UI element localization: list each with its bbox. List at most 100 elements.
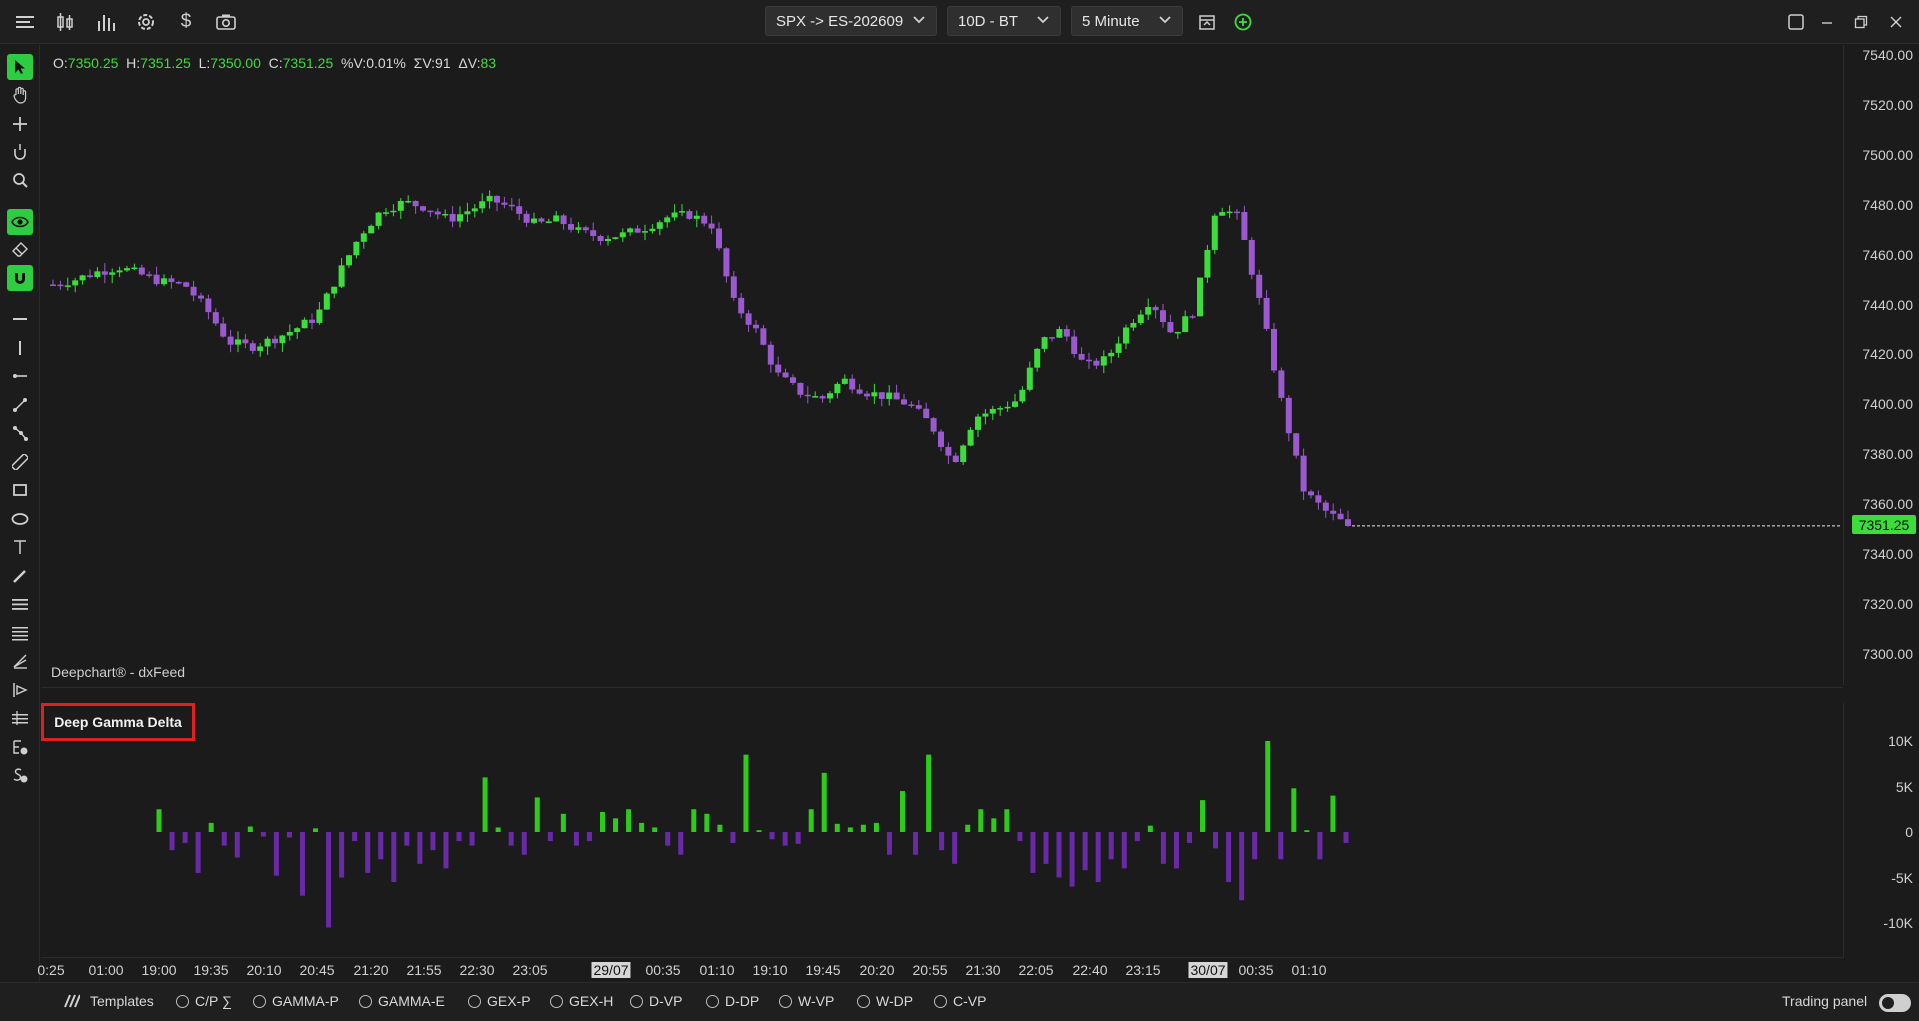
symbol-select[interactable]: SPX -> ES-202609 (765, 6, 937, 36)
gamma-delta-chart[interactable] (41, 703, 1843, 958)
settings-icon[interactable] (133, 9, 159, 35)
indicator-option-c-vp[interactable]: C-VP (934, 993, 986, 1009)
calendar-icon[interactable] (1194, 9, 1220, 35)
gamma-delta-bar (169, 832, 175, 851)
indicator-tick-label: 5K (1895, 778, 1913, 795)
gamma-delta-bar (339, 832, 345, 878)
indicator-option-gex-h[interactable]: GEX-H (550, 993, 613, 1009)
indicator-option-c-p-[interactable]: C/P ∑ (176, 993, 232, 1009)
price-axis[interactable]: 7540.00 7520.00 7500.00 7480.00 7460.00 7440.… (1843, 45, 1919, 685)
price-alert-icon[interactable] (7, 734, 33, 760)
ruler-icon[interactable] (7, 449, 33, 475)
gamma-delta-bar (1304, 830, 1310, 832)
ray-line-icon[interactable] (7, 363, 33, 389)
gamma-delta-bar (286, 832, 292, 838)
indicator-option-gex-p[interactable]: GEX-P (468, 993, 531, 1009)
candle-body (383, 212, 389, 214)
candle-body (1115, 343, 1122, 353)
price-chart-canvas (50, 190, 1841, 527)
symbol-settings-icon[interactable] (7, 762, 33, 788)
strike-lines-icon[interactable] (7, 705, 33, 731)
minimize-icon[interactable] (1814, 9, 1840, 35)
candle-body (841, 378, 848, 384)
low-label: L: (198, 55, 211, 71)
timeframe-select[interactable]: 5 Minute (1071, 6, 1183, 36)
text-tool-icon[interactable] (7, 534, 33, 560)
close-value: 7351.25 (282, 55, 334, 71)
menu-icon[interactable] (12, 9, 38, 35)
magnet-snap-icon[interactable] (7, 265, 33, 291)
ellipse-tool-icon[interactable] (7, 506, 33, 532)
magnet-crosshair-icon[interactable] (7, 139, 33, 165)
price-tick-label: 7340.00 (1862, 546, 1913, 562)
zoom-tool-icon[interactable] (7, 167, 33, 193)
pencil-tool-icon[interactable] (7, 563, 33, 589)
radio-icon (550, 994, 563, 1008)
eye-visibility-icon[interactable] (7, 209, 33, 235)
price-chart[interactable] (41, 45, 1841, 685)
fib-fan-icon[interactable] (7, 648, 33, 674)
candle-body (471, 208, 478, 212)
indicator-axis[interactable]: 10K 5K 0 -5K -10K (1843, 703, 1919, 958)
indicator-option-gamma-p[interactable]: GAMMA-P (253, 993, 339, 1009)
restore-icon[interactable] (1848, 9, 1874, 35)
gamma-delta-bar (665, 832, 671, 846)
path-line-icon[interactable] (7, 420, 33, 446)
hand-tool-icon[interactable] (7, 82, 33, 108)
candlestick-icon[interactable] (52, 9, 78, 35)
gamma-delta-bar (847, 827, 853, 832)
eraser-tool-icon[interactable] (7, 237, 33, 263)
indicator-title[interactable]: Deep Gamma Delta (41, 703, 195, 741)
gamma-delta-bar (965, 824, 971, 832)
candle-body (464, 211, 471, 215)
templates-button[interactable]: Templates (62, 993, 154, 1009)
camera-icon[interactable] (213, 9, 239, 35)
indicator-option-gamma-e[interactable]: GAMMA-E (359, 993, 445, 1009)
rectangle-tool-icon[interactable] (7, 477, 33, 503)
projection-tool-icon[interactable] (7, 677, 33, 703)
candle-body (1278, 370, 1285, 398)
dollar-icon[interactable]: $ (173, 9, 199, 35)
indicator-option-d-dp[interactable]: D-DP (706, 993, 759, 1009)
bar-chart-icon[interactable] (93, 9, 119, 35)
radio-icon (359, 994, 372, 1008)
multi-lines-icon[interactable] (7, 620, 33, 646)
vertical-line-icon[interactable] (7, 335, 33, 361)
horizontal-line-icon[interactable] (7, 306, 33, 332)
time-axis[interactable]: 0:25 01:00 19:00 19:35 20:10 20:45 21:20 21:55 2… (37, 957, 1843, 981)
gamma-delta-bar (1343, 832, 1349, 843)
bottom-bar: Templates C/P ∑ GAMMA-P GAMMA-E GEX-P GEX-H D… (0, 982, 1919, 1021)
candle-body (975, 416, 981, 430)
candle-body (449, 213, 456, 222)
gamma-delta-bar (1095, 832, 1101, 883)
time-tick-label: 21:20 (353, 962, 389, 978)
pane-divider[interactable] (41, 687, 1843, 688)
candle-body (368, 225, 375, 234)
add-icon[interactable] (1230, 9, 1256, 35)
low-value: 7350.00 (210, 55, 261, 71)
candle-body (57, 284, 64, 287)
maximize-icon[interactable] (1783, 9, 1809, 35)
candle-body (945, 446, 952, 456)
time-tick-label: 20:20 (859, 962, 895, 978)
candle-body (686, 211, 693, 219)
candle-body (597, 236, 604, 242)
gamma-delta-bar (952, 832, 958, 864)
gamma-delta-bar (521, 832, 527, 855)
cursor-tool-icon[interactable] (7, 54, 33, 80)
candle-body (1337, 513, 1344, 520)
candle-body (1041, 337, 1048, 349)
crosshair-tool-icon[interactable] (7, 111, 33, 137)
range-select[interactable]: 10D - BT (947, 6, 1061, 36)
list-lines-icon[interactable] (7, 591, 33, 617)
candle-body (834, 383, 841, 394)
close-icon[interactable] (1883, 9, 1909, 35)
indicator-option-w-vp[interactable]: W-VP (779, 993, 834, 1009)
indicator-option-d-vp[interactable]: D-VP (630, 993, 682, 1009)
indicator-option-w-dp[interactable]: W-DP (857, 993, 913, 1009)
gamma-delta-bar (860, 824, 866, 832)
time-tick-label: 01:10 (1291, 962, 1327, 978)
pct-volume-label: %V: (341, 55, 367, 71)
trend-line-icon[interactable] (7, 392, 33, 418)
trading-panel-toggle[interactable] (1879, 994, 1911, 1012)
